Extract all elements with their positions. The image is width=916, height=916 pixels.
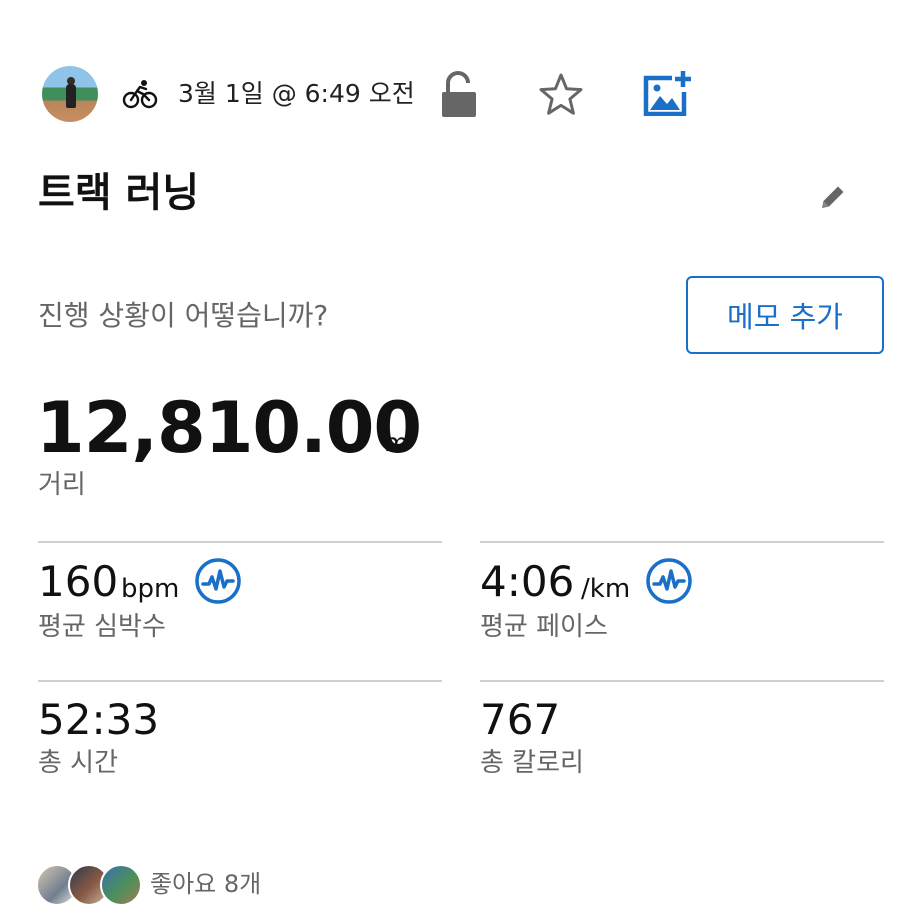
divider xyxy=(480,541,884,543)
heart-rate-unit: bpm xyxy=(121,574,180,604)
distance-unit: m xyxy=(384,428,409,457)
pace-value: 4:06 xyxy=(480,557,575,606)
distance-label: 거리 xyxy=(38,470,86,500)
likes-count[interactable]: 좋아요 8개 xyxy=(150,868,261,900)
pace-label: 평균 페이스 xyxy=(480,612,608,642)
calories-value: 767 xyxy=(480,695,561,744)
note-prompt: 진행 상황이 어떻습니까? xyxy=(38,299,329,332)
pencil-icon[interactable] xyxy=(818,182,848,212)
add-memo-button[interactable]: 메모 추가 xyxy=(686,276,884,354)
avatar[interactable] xyxy=(42,66,98,122)
heart-rate-label: 평균 심박수 xyxy=(38,612,166,642)
divider xyxy=(38,680,442,682)
cycling-runner-icon xyxy=(122,80,158,109)
distance-value: 12,810.00 xyxy=(36,387,422,469)
pulse-chart-icon[interactable] xyxy=(645,557,693,605)
total-time-value: 52:33 xyxy=(38,695,160,744)
pace-unit: /km xyxy=(581,574,631,604)
add-photo-icon[interactable] xyxy=(642,70,692,116)
activity-date: 3월 1일 @ 6:49 오전 xyxy=(178,79,415,108)
star-outline-icon[interactable] xyxy=(538,72,584,116)
calories-label: 총 칼로리 xyxy=(480,748,584,778)
total-time-label: 총 시간 xyxy=(38,748,119,778)
activity-title: 트랙 러닝 xyxy=(38,170,200,216)
heart-rate-value: 160 xyxy=(38,557,119,606)
unlock-icon[interactable] xyxy=(440,70,478,118)
likes-avatars[interactable] xyxy=(36,864,142,906)
pulse-chart-icon[interactable] xyxy=(194,557,242,605)
divider xyxy=(480,680,884,682)
divider xyxy=(38,541,442,543)
liker-avatar xyxy=(100,864,142,906)
